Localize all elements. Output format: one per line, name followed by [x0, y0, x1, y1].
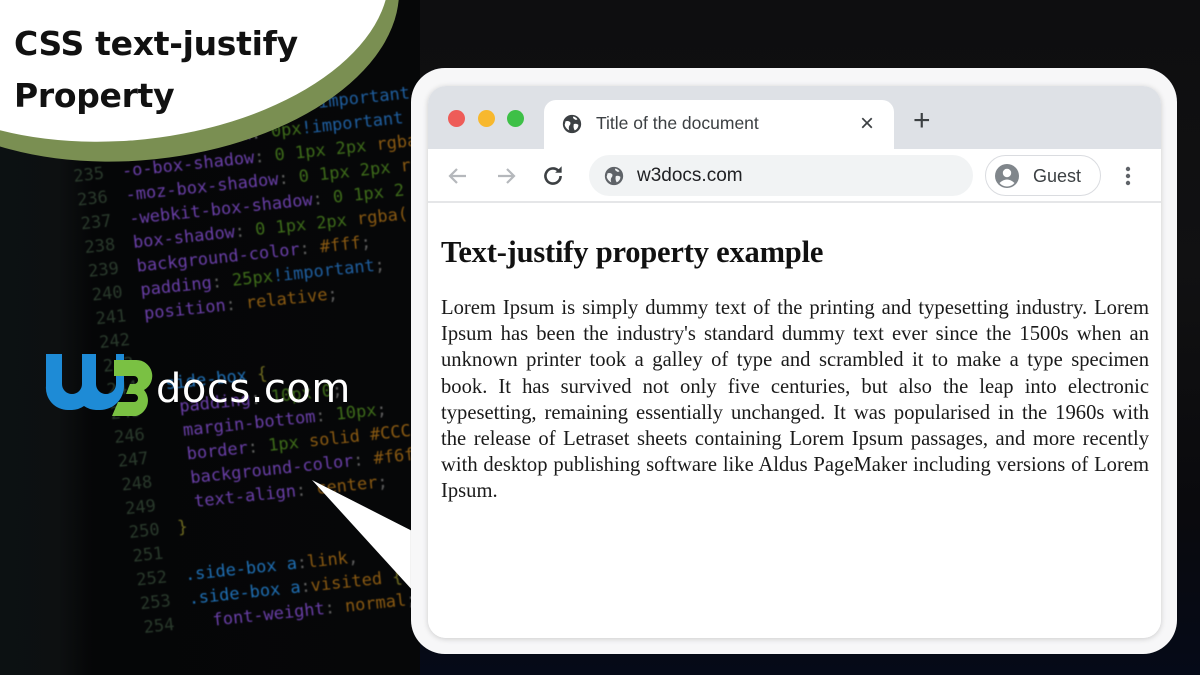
document-paragraph: Lorem Ipsum is simply dummy text of the …	[441, 297, 1149, 503]
arrow-left-icon	[448, 168, 466, 184]
profile-label: Guest	[1033, 166, 1082, 186]
code-token: ,	[346, 547, 360, 569]
new-tab-button[interactable]: +	[913, 106, 931, 136]
code-token: :	[294, 479, 318, 502]
w3docs-logo: docs.com	[40, 348, 351, 418]
address-url[interactable]: w3docs.com	[637, 165, 743, 187]
forward-button[interactable]	[491, 161, 521, 191]
code-token: :	[311, 187, 335, 211]
code-token: :	[246, 436, 270, 459]
document-heading: Text-justify property example	[441, 235, 824, 269]
logo-text: docs.com	[156, 366, 351, 412]
code-token: :	[298, 237, 322, 260]
code-token: :	[210, 270, 234, 294]
code-token: :	[277, 167, 300, 190]
account-icon	[995, 164, 1019, 188]
code-token: ;	[359, 232, 372, 254]
globe-icon	[604, 166, 624, 186]
window-maximize-button[interactable]	[507, 110, 524, 127]
page-title-line2: Property	[14, 76, 175, 115]
code-token: }	[176, 516, 189, 538]
code-token: normal	[343, 590, 408, 617]
page-content: Text-justify property example Lorem Ipsu…	[428, 205, 1161, 638]
w3-logo-mark-icon	[45, 354, 153, 416]
window-minimize-button[interactable]	[478, 110, 495, 127]
browser-toolbar: w3docs.com Guest	[428, 149, 1161, 203]
code-token: ;	[376, 471, 389, 493]
code-token: ;	[326, 284, 339, 305]
code-token: ;	[375, 399, 388, 421]
arrow-right-icon	[498, 168, 516, 184]
code-token: ;	[373, 254, 386, 276]
code-token: :	[233, 220, 257, 243]
tab-close-icon[interactable]: ×	[860, 110, 874, 138]
tab-strip: Title of the document × +	[428, 86, 1161, 149]
window-close-button[interactable]	[448, 110, 465, 127]
reload-icon	[544, 166, 562, 185]
code-token: :	[224, 293, 248, 316]
code-token: :	[253, 145, 276, 168]
code-token: :	[323, 596, 347, 620]
tab-active[interactable]: Title of the document ×	[544, 100, 894, 149]
reload-button[interactable]	[538, 161, 568, 191]
browser-window: Title of the document × + w3docs.com Gue…	[428, 86, 1161, 638]
code-token: {	[391, 566, 404, 588]
back-button[interactable]	[443, 161, 473, 191]
tab-title: Title of the document	[596, 113, 759, 133]
address-bar[interactable]: w3docs.com	[589, 155, 973, 196]
globe-icon	[562, 114, 582, 134]
more-menu-icon[interactable]	[1118, 161, 1138, 191]
page-title: CSS text-justify Property	[14, 18, 374, 122]
page-title-line1: CSS text-justify	[14, 24, 298, 63]
code-token: :	[352, 449, 375, 472]
profile-button[interactable]: Guest	[985, 155, 1101, 196]
